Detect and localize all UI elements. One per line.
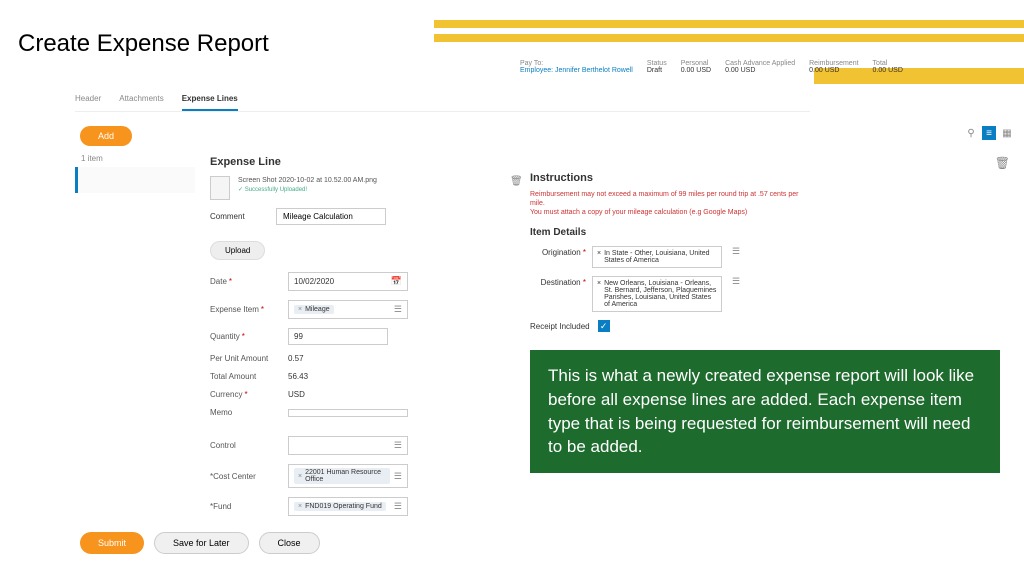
item-details-title: Item Details [530, 227, 810, 238]
decoration-bar [434, 34, 1024, 42]
close-button[interactable]: Close [259, 532, 320, 554]
callout-box: This is what a newly created expense rep… [530, 350, 1000, 473]
warning-text: Reimbursement may not exceed a maximum o… [530, 190, 810, 217]
reimb-value: 0.00 USD [809, 67, 839, 74]
total-label: Total [873, 60, 903, 67]
tabs: Header Attachments Expense Lines [75, 94, 810, 112]
payto-label: Pay To: [520, 60, 633, 67]
cash-value: 0.00 USD [725, 67, 755, 74]
calendar-icon[interactable]: 📅 [391, 276, 402, 287]
personal-value: 0.00 USD [681, 67, 711, 74]
attachment-thumbnail[interactable] [210, 176, 230, 200]
control-label: Control [210, 441, 288, 450]
footer-buttons: Submit Save for Later Close [80, 532, 320, 554]
tab-attachments[interactable]: Attachments [119, 94, 163, 111]
chip-remove-icon[interactable]: × [597, 250, 601, 257]
total-value: 0.00 USD [873, 67, 903, 74]
personal-label: Personal [681, 60, 711, 67]
status-label: Status [647, 60, 667, 67]
list-item[interactable] [75, 167, 195, 193]
origination-label: Origination * [530, 246, 586, 257]
submit-button[interactable]: Submit [80, 532, 144, 554]
control-input[interactable]: ☰ [288, 436, 408, 455]
section-title: Expense Line [210, 156, 520, 168]
instructions-panel: Instructions Reimbursement may not excee… [530, 172, 810, 332]
chip-remove-icon[interactable]: × [298, 503, 302, 510]
receipt-label: Receipt Included [530, 322, 590, 331]
payto-value[interactable]: Employee: Jennifer Berthelot Rowell [520, 67, 633, 74]
item-count: 1 item [75, 150, 195, 167]
receipt-checkbox[interactable]: ✓ [598, 320, 610, 332]
expense-item-input[interactable]: ×Mileage☰ [288, 300, 408, 319]
attachment-status: ✓ Successfully Uploaded! [238, 186, 377, 194]
save-button[interactable]: Save for Later [154, 532, 249, 554]
status-value: Draft [647, 67, 662, 74]
page-title: Create Expense Report [18, 30, 269, 58]
menu-icon[interactable]: ☰ [394, 471, 402, 482]
menu-icon[interactable]: ☰ [394, 440, 402, 451]
quantity-label: Quantity* [210, 332, 288, 341]
decoration-bar [434, 20, 1024, 28]
menu-icon[interactable]: ☰ [394, 304, 402, 315]
date-input[interactable]: 10/02/2020📅 [288, 272, 408, 291]
cost-center-input[interactable]: ×22001 Human Resource Office☰ [288, 464, 408, 488]
add-button[interactable]: Add [80, 126, 132, 146]
reimb-label: Reimbursement [809, 60, 858, 67]
memo-input[interactable] [288, 409, 408, 417]
delete-icon[interactable]: 🗑 [995, 156, 1010, 170]
origination-input[interactable]: ×In State - Other, Louisiana, United Sta… [592, 246, 722, 268]
fund-label: *Fund [210, 502, 288, 511]
tab-header[interactable]: Header [75, 94, 101, 111]
fund-input[interactable]: ×FND019 Operating Fund☰ [288, 497, 408, 516]
expense-item-label: Expense Item* [210, 305, 288, 314]
attachment-name[interactable]: Screen Shot 2020-10-02 at 10.52.00 AM.pn… [238, 176, 377, 186]
instructions-title: Instructions [530, 172, 810, 184]
comment-label: Comment [210, 212, 266, 221]
currency-value: USD [288, 390, 305, 399]
destination-label: Destination * [530, 276, 586, 287]
total-amount-value: 56.43 [288, 372, 308, 381]
comment-input[interactable] [276, 208, 386, 225]
chip-remove-icon[interactable]: × [298, 473, 302, 480]
expense-line-form: Expense Line Screen Shot 2020-10-02 at 1… [210, 156, 520, 525]
chip-remove-icon[interactable]: × [597, 280, 601, 287]
cash-label: Cash Advance Applied [725, 60, 795, 67]
currency-label: Currency* [210, 390, 288, 399]
unit-label: Per Unit Amount [210, 354, 288, 363]
date-label: Date* [210, 277, 288, 286]
total-amount-label: Total Amount [210, 372, 288, 381]
menu-icon[interactable]: ☰ [732, 246, 740, 257]
expense-item-list: 1 item [75, 150, 195, 193]
tab-expense-lines[interactable]: Expense Lines [182, 94, 238, 111]
quantity-input[interactable]: 99 [288, 328, 388, 345]
menu-icon[interactable]: ☰ [394, 501, 402, 512]
list-view-icon[interactable]: ≡ [982, 126, 996, 140]
memo-label: Memo [210, 408, 288, 417]
menu-icon[interactable]: ☰ [732, 276, 740, 287]
unit-value: 0.57 [288, 354, 304, 363]
grid-view-icon[interactable]: ▦ [1000, 126, 1014, 140]
cost-center-label: *Cost Center [210, 472, 288, 481]
filter-icon[interactable]: ⚲ [964, 126, 978, 140]
chip-remove-icon[interactable]: × [298, 306, 302, 313]
summary-bar: Pay To:Employee: Jennifer Berthelot Rowe… [520, 60, 903, 74]
destination-input[interactable]: ×New Orleans, Louisiana - Orleans, St. B… [592, 276, 722, 312]
upload-button[interactable]: Upload [210, 241, 265, 260]
